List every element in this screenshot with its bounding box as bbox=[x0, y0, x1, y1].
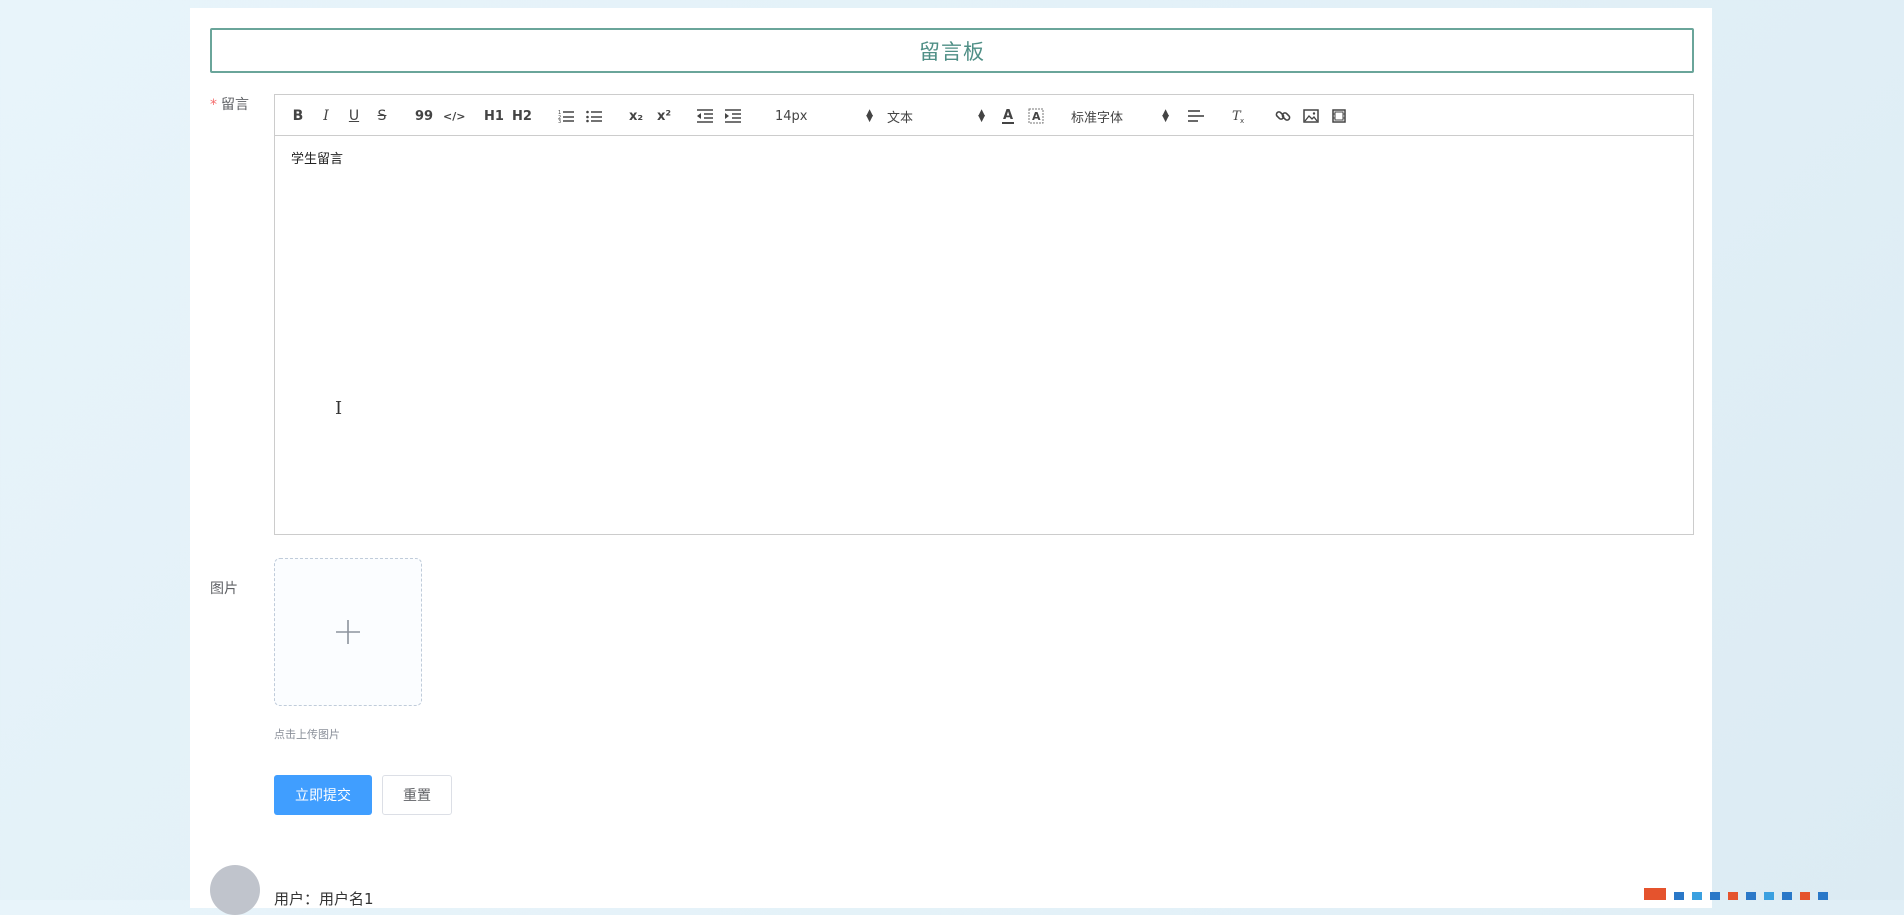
h1-button[interactable]: H1 bbox=[484, 106, 504, 126]
page-title-text: 留言板 bbox=[919, 39, 985, 64]
text-cursor-icon: I bbox=[335, 398, 343, 419]
message-label-text: 留言 bbox=[221, 97, 249, 113]
message-label: * 留言 bbox=[210, 94, 249, 114]
superscript-label: x² bbox=[656, 108, 672, 124]
main-panel: 留言板 *留言 B I U S 99 </> H1 H2 123 x₂ x² bbox=[190, 8, 1712, 915]
code-label: </> bbox=[443, 109, 466, 123]
image-uploader[interactable] bbox=[274, 558, 422, 706]
comment-user: 用户：用户名1 bbox=[274, 888, 374, 909]
outdent-icon[interactable] bbox=[696, 106, 714, 126]
select-arrows-icon: ▲ ▼ bbox=[866, 108, 873, 124]
strike-button[interactable]: S bbox=[373, 106, 391, 126]
plus-icon bbox=[336, 620, 360, 644]
text-color-button[interactable]: A bbox=[999, 106, 1017, 126]
h2-button[interactable]: H2 bbox=[512, 106, 532, 126]
superscript-button[interactable]: x² bbox=[655, 106, 673, 126]
indent-icon[interactable] bbox=[724, 106, 742, 126]
header-select[interactable]: 文本 ▲ ▼ bbox=[887, 106, 985, 126]
link-icon[interactable] bbox=[1274, 106, 1292, 126]
select-arrows-icon: ▲ ▼ bbox=[1162, 108, 1169, 124]
submit-button[interactable]: 立即提交 bbox=[274, 775, 372, 815]
bold-button[interactable]: B bbox=[289, 106, 307, 126]
italic-label: I bbox=[323, 108, 329, 124]
font-size-value: 14px bbox=[775, 108, 808, 124]
underline-button[interactable]: U bbox=[345, 106, 363, 126]
bold-label: B bbox=[292, 108, 304, 124]
blockquote-label: 99 bbox=[415, 108, 434, 124]
reset-button[interactable]: 重置 bbox=[382, 775, 452, 815]
svg-text:x: x bbox=[1240, 117, 1244, 124]
strike-label: S bbox=[377, 108, 387, 124]
h1-label: H1 bbox=[484, 108, 504, 124]
image-label: 图片 bbox=[210, 581, 238, 597]
blockquote-button[interactable]: 99 bbox=[415, 106, 433, 126]
clear-format-icon[interactable]: Tx bbox=[1230, 106, 1248, 126]
header-value: 文本 bbox=[887, 110, 914, 126]
ordered-list-icon[interactable]: 123 bbox=[557, 106, 575, 126]
svg-text:3: 3 bbox=[558, 119, 561, 123]
editor-content[interactable]: 学生留言 bbox=[275, 136, 1693, 534]
comment-user-name: 用户名1 bbox=[319, 890, 374, 908]
image-icon[interactable] bbox=[1302, 106, 1320, 126]
page-title: 留言板 bbox=[210, 28, 1694, 73]
text-color-letter: A bbox=[1002, 107, 1014, 123]
required-mark: * bbox=[210, 97, 217, 113]
avatar bbox=[210, 865, 260, 915]
italic-button[interactable]: I bbox=[317, 106, 335, 126]
h2-label: H2 bbox=[512, 108, 532, 124]
background-color-icon[interactable]: A bbox=[1027, 106, 1045, 126]
subscript-button[interactable]: x₂ bbox=[627, 106, 645, 126]
code-block-button[interactable]: </> bbox=[443, 106, 465, 126]
align-left-icon[interactable] bbox=[1187, 106, 1205, 126]
bullet-list-icon[interactable] bbox=[585, 106, 603, 126]
svg-text:A: A bbox=[1032, 110, 1041, 123]
upload-tip: 点击上传图片 bbox=[274, 728, 340, 741]
font-size-select[interactable]: 14px ▲ ▼ bbox=[775, 106, 873, 126]
video-icon[interactable] bbox=[1330, 106, 1348, 126]
taskbar-icons bbox=[1644, 886, 1904, 900]
font-family-select[interactable]: 标准字体 ▲ ▼ bbox=[1071, 106, 1169, 126]
subscript-label: x₂ bbox=[628, 108, 644, 124]
rich-text-editor: B I U S 99 </> H1 H2 123 x₂ x² 14px ▲ ▼ … bbox=[274, 94, 1694, 535]
editor-text: 学生留言 bbox=[291, 152, 344, 167]
select-arrows-icon: ▲ ▼ bbox=[978, 108, 985, 124]
comment-user-prefix: 用户： bbox=[274, 890, 320, 908]
font-family-value: 标准字体 bbox=[1071, 110, 1124, 126]
underline-label: U bbox=[348, 108, 360, 124]
editor-toolbar: B I U S 99 </> H1 H2 123 x₂ x² 14px ▲ ▼ … bbox=[275, 95, 1693, 136]
